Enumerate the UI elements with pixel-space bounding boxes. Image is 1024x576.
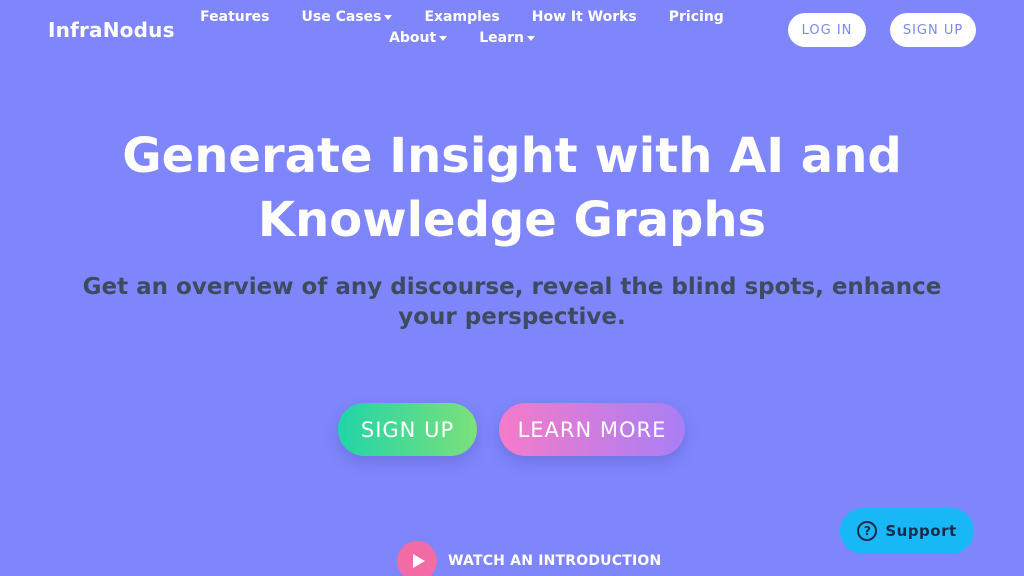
nav-item-label: Use Cases: [301, 9, 382, 25]
nav-item-features[interactable]: Features: [192, 8, 277, 27]
hero-title-line-1: Generate Insight with AI and: [122, 128, 902, 184]
nav-item-label: Pricing: [668, 9, 724, 25]
nav-item-use-cases[interactable]: Use Cases: [294, 8, 401, 27]
question-icon: ?: [857, 521, 878, 541]
watch-introduction-link[interactable]: WATCH AN INTRODUCTION: [397, 541, 661, 576]
main-nav: Features Use Cases Examples How It Works…: [162, 8, 762, 48]
nav-item-label: Learn: [479, 30, 524, 46]
watch-introduction-label: WATCH AN INTRODUCTION: [448, 553, 662, 569]
hero-title: Generate Insight with AI and Knowledge G…: [0, 124, 1024, 252]
landing-page: InfraNodus Features Use Cases Examples H…: [0, 0, 1024, 576]
nav-item-pricing[interactable]: Pricing: [661, 8, 732, 27]
nav-item-how-it-works[interactable]: How It Works: [524, 8, 645, 27]
brand-logo[interactable]: InfraNodus: [48, 18, 175, 42]
caret-down-icon: [384, 14, 393, 20]
nav-item-label: How It Works: [531, 9, 637, 25]
hero-title-line-2: Knowledge Graphs: [257, 192, 767, 248]
nav-item-about[interactable]: About: [381, 29, 455, 48]
nav-item-label: Features: [200, 9, 270, 25]
nav-item-label: About: [389, 30, 437, 46]
nav-item-learn[interactable]: Learn: [471, 29, 543, 48]
nav-item-label: Examples: [424, 9, 500, 25]
caret-down-icon: [439, 35, 448, 41]
hero-subtitle: Get an overview of any discourse, reveal…: [82, 274, 942, 330]
support-button[interactable]: ? Support: [840, 508, 974, 554]
login-button[interactable]: LOG IN: [788, 13, 866, 47]
signup-cta-button[interactable]: SIGN UP: [338, 403, 477, 456]
signup-header-button[interactable]: SIGN UP: [890, 13, 976, 47]
learn-more-button[interactable]: LEARN MORE: [499, 403, 685, 456]
support-label: Support: [885, 522, 957, 540]
nav-item-examples[interactable]: Examples: [416, 8, 507, 27]
caret-down-icon: [526, 35, 535, 41]
play-icon[interactable]: [397, 541, 437, 576]
